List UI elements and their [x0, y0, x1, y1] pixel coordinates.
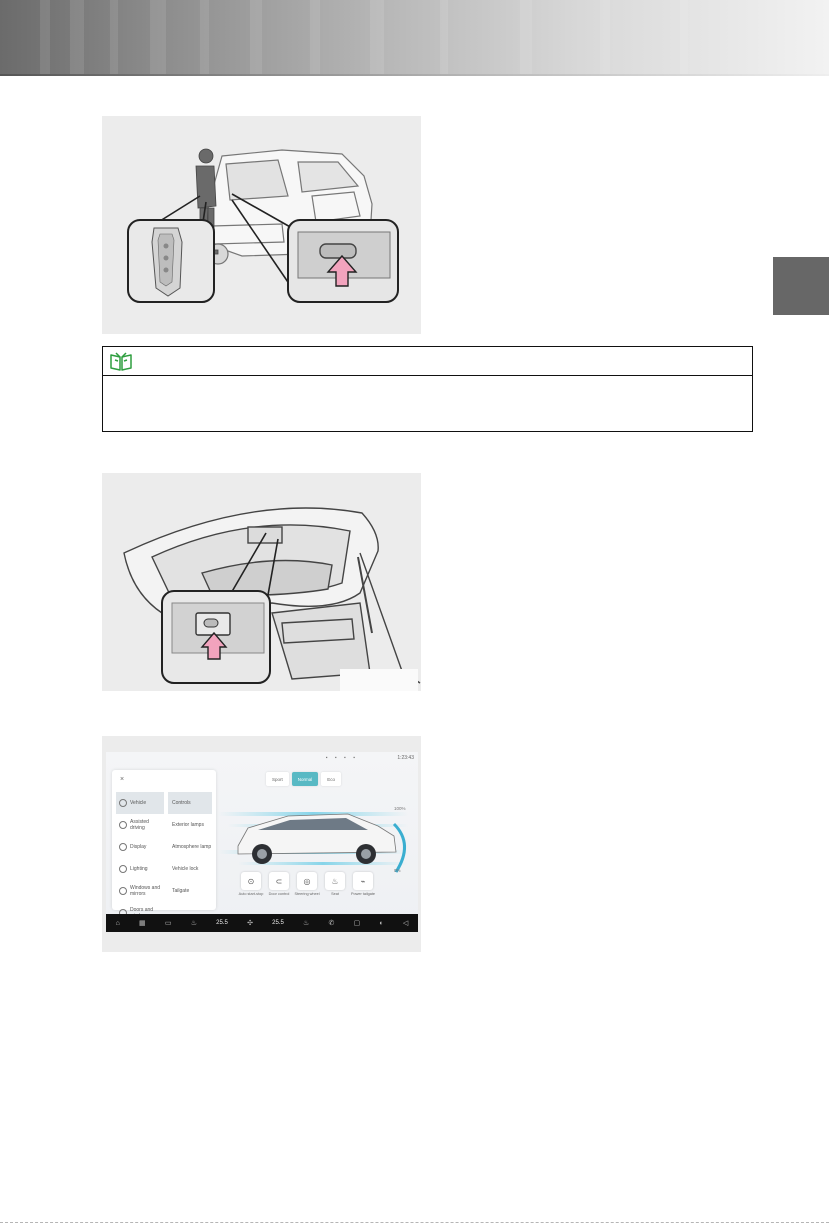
range-top-label: 100% — [394, 806, 406, 811]
auto-hold-icon: ⊙ — [241, 872, 261, 890]
drive-mode-selector: Sport Normal Eco — [266, 772, 342, 786]
infotainment-screen: ▪ ▪ ▪ ▪ 1:23:43 × Vehicle Assisted drivi… — [106, 752, 418, 932]
fan-icon[interactable]: ✣ — [247, 919, 253, 927]
temp-right[interactable]: 25.5 — [272, 920, 284, 926]
figure-tailgate-inner-switch — [102, 473, 421, 691]
mode-normal[interactable]: Normal — [291, 772, 319, 786]
ui-nav-item-assisted-driving[interactable]: Assisted driving — [116, 814, 164, 836]
shortcut-auto-start-stop[interactable]: ⊙ Auto start-stop — [239, 872, 263, 896]
ui-sub-item-exterior-lamps[interactable]: Exterior lamps — [168, 814, 212, 836]
figure-key-fob-tailgate — [102, 116, 421, 334]
status-icons: ▪ ▪ ▪ ▪ — [325, 755, 358, 761]
ui-clock: 1:23:43 — [397, 755, 414, 761]
door-control-icon: ⊂ — [269, 872, 289, 890]
ui-nav-item-windows-mirrors[interactable]: Windows and mirrors — [116, 880, 164, 902]
note-header — [103, 347, 752, 376]
volume-icon[interactable]: ◁ — [403, 919, 408, 927]
seat-heat-left-icon[interactable]: ♨ — [191, 919, 197, 927]
chapter-side-tab — [773, 257, 829, 315]
page-header-band — [0, 0, 829, 76]
mode-sport[interactable]: Sport — [266, 772, 289, 786]
phone-icon[interactable]: ✆ — [329, 919, 335, 927]
apps-icon[interactable]: ▦ — [139, 919, 146, 927]
ui-sub-item-controls[interactable]: Controls — [168, 792, 212, 814]
light-icon — [119, 865, 127, 873]
tailgate-icon: ⌁ — [353, 872, 373, 890]
car-icon — [119, 799, 127, 807]
vehicle-render — [218, 812, 408, 873]
vehicle-settings-panel: × Vehicle Assisted driving Display Light… — [112, 770, 216, 919]
ui-sub-item-tailgate[interactable]: Tailgate — [168, 880, 212, 902]
shortcut-steering-wheel[interactable]: ◎ Steering wheel — [294, 872, 320, 896]
window-icon — [119, 887, 127, 895]
shortcut-row: ⊙ Auto start-stop ⊂ Door control ◎ Steer… — [239, 872, 375, 896]
seat-heat-right-icon[interactable]: ♨ — [303, 919, 309, 927]
ui-nav-item-vehicle[interactable]: Vehicle — [116, 792, 164, 814]
steering-wheel-icon: ◎ — [297, 872, 317, 890]
close-icon[interactable]: × — [120, 776, 124, 783]
car-dock-icon[interactable]: ▭ — [165, 919, 172, 927]
ui-nav-item-display[interactable]: Display — [116, 836, 164, 858]
ui-sub-item-atmosphere-lamp[interactable]: Atmosphere lamp — [168, 836, 212, 858]
ui-sub-item-vehicle-lock[interactable]: Vehicle lock — [168, 858, 212, 880]
ui-nav-list: Vehicle Assisted driving Display Lightin… — [116, 792, 164, 924]
note-box — [102, 346, 753, 432]
bottom-dock: ⌂ ▦ ▭ ♨ 25.5 ✣ 25.5 ♨ ✆ ▢ ◐ ◁ — [106, 914, 418, 932]
open-book-icon — [109, 351, 133, 371]
ui-nav-item-lighting[interactable]: Lighting — [116, 858, 164, 880]
shortcut-door-control[interactable]: ⊂ Door control — [268, 872, 290, 896]
home-icon[interactable]: ⌂ — [116, 920, 120, 927]
shortcut-seat[interactable]: ♨ Seat — [324, 872, 346, 896]
temp-left[interactable]: 25.5 — [216, 920, 228, 926]
seat-icon: ♨ — [325, 872, 345, 890]
display-icon — [119, 843, 127, 851]
range-bottom-label: 0% — [394, 868, 401, 873]
page-bottom-rule — [0, 1222, 829, 1223]
ui-sub-list: Controls Exterior lamps Atmosphere lamp … — [168, 792, 212, 902]
ui-status-bar: ▪ ▪ ▪ ▪ 1:23:43 — [106, 752, 418, 766]
mode-eco[interactable]: Eco — [321, 772, 342, 786]
shortcut-power-tailgate[interactable]: ⌁ Power tailgate — [351, 872, 375, 896]
media-icon[interactable]: ▢ — [354, 919, 361, 927]
steering-icon — [119, 821, 127, 829]
defrost-icon[interactable]: ◐ — [379, 920, 383, 927]
